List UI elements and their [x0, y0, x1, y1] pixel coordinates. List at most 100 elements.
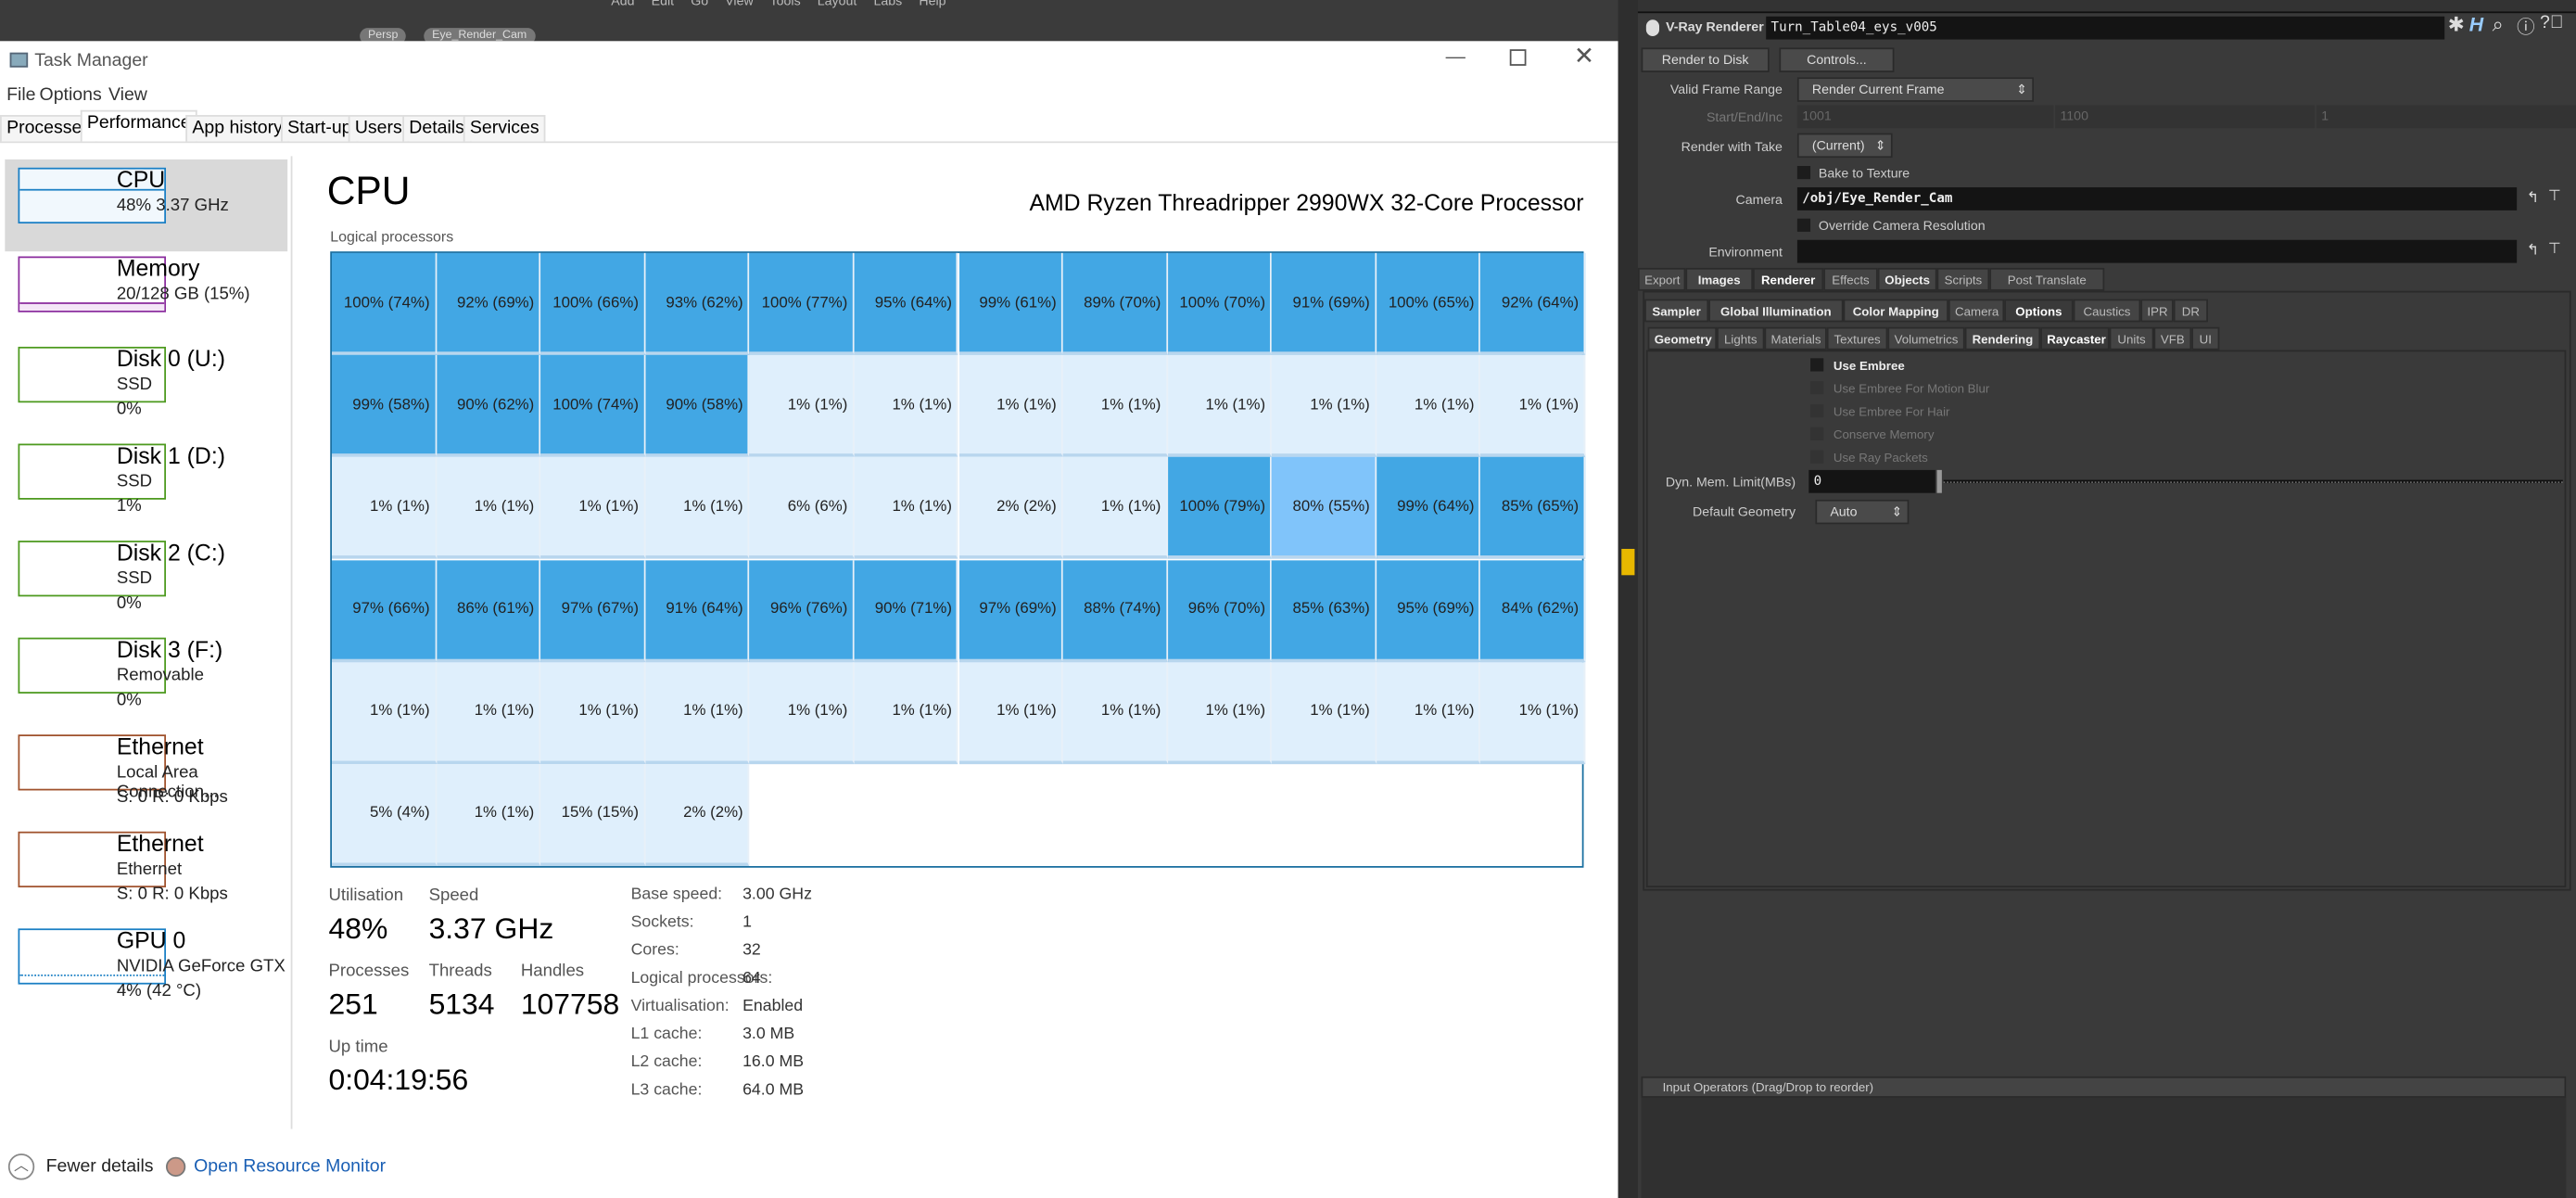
sidebar-item-gpu-0[interactable]: GPU 0 NVIDIA GeForce GTX ... 4% (42 °C)	[5, 920, 287, 1012]
search-icon[interactable]: ⌕	[2493, 13, 2504, 38]
tab-geometry[interactable]: Geometry	[1647, 326, 1718, 350]
fewer-details-link[interactable]: Fewer details	[46, 1157, 154, 1177]
tab-materials[interactable]: Materials	[1764, 326, 1827, 350]
menu-view[interactable]: View	[108, 85, 147, 105]
node-name-field[interactable]: Turn_Table04_eys_v005	[1766, 16, 2445, 40]
tab-performance[interactable]: Performance	[80, 109, 197, 142]
tab-units[interactable]: Units	[2109, 326, 2154, 350]
sidebar-item-memory[interactable]: Memory 20/128 GB (15%)	[5, 249, 287, 340]
jump-icon[interactable]: ↰	[2527, 189, 2539, 207]
close-icon[interactable]: ✕	[1574, 41, 1594, 70]
tab-ipr[interactable]: IPR	[2140, 299, 2174, 323]
tab-renderer[interactable]: Renderer	[1753, 267, 1824, 291]
controls-button[interactable]: Controls...	[1779, 47, 1895, 72]
take-dropdown[interactable]: (Current) ⇕	[1796, 133, 1893, 159]
sidebar-item-ethernet[interactable]: Ethernet Ethernet S: 0 R: 0 Kbps	[5, 823, 287, 915]
tab-users[interactable]: Users	[348, 115, 409, 142]
tab-scripts[interactable]: Scripts	[1936, 267, 1990, 291]
node-chooser-icon[interactable]: ⊤	[2548, 187, 2561, 205]
tab-caustics[interactable]: Caustics	[2073, 299, 2141, 323]
tab-options[interactable]: Options	[2004, 299, 2074, 323]
tab-global-illumination[interactable]: Global Illumination	[1708, 299, 1844, 323]
tab-dr[interactable]: DR	[2173, 299, 2208, 323]
tab-volumetrics[interactable]: Volumetrics	[1887, 326, 1965, 350]
logical-processor-cell: 1% (1%)	[1062, 661, 1168, 764]
tab-color-mapping[interactable]: Color Mapping	[1843, 299, 1948, 323]
menu-options[interactable]: Options	[40, 85, 102, 105]
override-resolution-label: Override Camera Resolution	[1818, 218, 1986, 234]
checkbox-label: Use Ray Packets	[1833, 450, 1928, 465]
logical-processor-cell: 1% (1%)	[1480, 661, 1586, 764]
dyn-mem-field[interactable]: 0	[1808, 469, 1935, 493]
sidebar-title: GPU 0	[116, 926, 186, 953]
threads-label: Threads	[428, 961, 492, 982]
sidebar-item-ethernet[interactable]: Ethernet Local Area Connection... S: 0 R: …	[5, 726, 287, 818]
logical-processor-cell: 90% (58%)	[645, 355, 750, 458]
help-icon[interactable]: ?⃝	[2540, 13, 2563, 32]
tab-services[interactable]: Services	[463, 115, 546, 142]
logical-processor-cell: 85% (63%)	[1272, 559, 1377, 662]
logical-processor-cell: 100% (70%)	[1167, 252, 1273, 356]
tab-camera[interactable]: Camera	[1948, 299, 2005, 323]
dropdown-value: (Current)	[1811, 137, 1865, 153]
spec-value: 32	[742, 941, 761, 961]
logical-processor-cell: 1% (1%)	[1272, 661, 1377, 764]
slider-handle[interactable]	[1936, 469, 1942, 493]
tab-details[interactable]: Details	[402, 115, 471, 142]
valid-frame-range-dropdown[interactable]: Render Current Frame ⇕	[1796, 77, 2035, 102]
tab-app-history[interactable]: App history	[185, 115, 289, 142]
end-field[interactable]: 1100	[2055, 105, 2316, 129]
tab-effects[interactable]: Effects	[1823, 267, 1878, 291]
panel-splitter[interactable]	[1618, 0, 1638, 1198]
camera-field[interactable]: /obj/Eye_Render_Cam	[1796, 187, 2518, 210]
help-h-icon[interactable]: H	[2469, 13, 2483, 36]
tab-lights[interactable]: Lights	[1717, 326, 1765, 350]
sidebar-item-disk-0-u-[interactable]: Disk 0 (U:) SSD 0%	[5, 338, 287, 430]
tab-start-up[interactable]: Start-up	[281, 115, 359, 142]
node-chooser-icon[interactable]: ⊤	[2548, 240, 2561, 258]
logical-processor-cell: 95% (69%)	[1376, 559, 1481, 662]
override-resolution-checkbox[interactable]	[1796, 218, 1811, 232]
menu-file[interactable]: File	[6, 85, 35, 105]
default-geometry-dropdown[interactable]: Auto ⇕	[1815, 499, 1910, 525]
sidebar-item-disk-1-d-[interactable]: Disk 1 (D:) SSD 1%	[5, 436, 287, 528]
tab-rendering[interactable]: Rendering	[1964, 326, 2041, 350]
checkbox-use-embree[interactable]	[1810, 358, 1824, 372]
inc-field[interactable]: 1	[2316, 105, 2576, 129]
environment-field[interactable]	[1796, 239, 2518, 263]
spec-value: 3.0 MB	[742, 1025, 795, 1044]
jump-icon[interactable]: ↰	[2527, 242, 2539, 260]
tab-post-translate[interactable]: Post Translate	[1989, 267, 2105, 291]
tab-vfb[interactable]: VFB	[2153, 326, 2192, 350]
sidebar-item-cpu[interactable]: CPU 48% 3.37 GHz	[5, 159, 288, 252]
start-field[interactable]: 1001	[1796, 105, 2054, 129]
logical-processor-cell: 100% (74%)	[332, 252, 437, 356]
input-operators-list[interactable]	[1641, 1097, 2567, 1198]
chevron-up-icon[interactable]: ︿	[7, 1153, 35, 1180]
tab-divider	[0, 141, 1618, 144]
maximize-icon[interactable]	[1509, 49, 1527, 66]
info-icon[interactable]: ⓘ	[2517, 13, 2534, 39]
utilisation-value: 48%	[328, 911, 388, 946]
tab-raycaster[interactable]: Raycaster	[2040, 326, 2110, 350]
processes-value: 251	[328, 988, 378, 1021]
tab-export[interactable]: Export	[1637, 267, 1686, 291]
tab-objects[interactable]: Objects	[1877, 267, 1937, 291]
tab-images[interactable]: Images	[1685, 267, 1754, 291]
dyn-mem-slider[interactable]	[1943, 479, 2563, 484]
tab-sampler[interactable]: Sampler	[1644, 299, 1709, 323]
render-to-disk-button[interactable]: Render to Disk	[1641, 47, 1770, 72]
tab-textures[interactable]: Textures	[1826, 326, 1888, 350]
dyn-mem-label: Dyn. Mem. Limit(MBs)	[1665, 475, 1796, 491]
tab-ui[interactable]: UI	[2191, 326, 2220, 350]
input-operators-header[interactable]: Input Operators (Drag/Drop to reorder)	[1641, 1076, 2567, 1098]
open-resource-monitor-link[interactable]: Open Resource Monitor	[194, 1157, 386, 1177]
page-title: CPU	[326, 169, 411, 214]
sidebar-title: Ethernet	[116, 733, 204, 759]
sidebar-item-disk-3-f-[interactable]: Disk 3 (F:) Removable 0%	[5, 630, 287, 721]
bake-to-texture-checkbox[interactable]	[1796, 166, 1811, 180]
gear-icon[interactable]: ✱	[2448, 13, 2465, 36]
minimize-icon[interactable]: —	[1446, 45, 1466, 68]
sidebar-item-disk-2-c-[interactable]: Disk 2 (C:) SSD 0%	[5, 532, 287, 624]
dropdown-value: Auto	[1830, 504, 1858, 520]
